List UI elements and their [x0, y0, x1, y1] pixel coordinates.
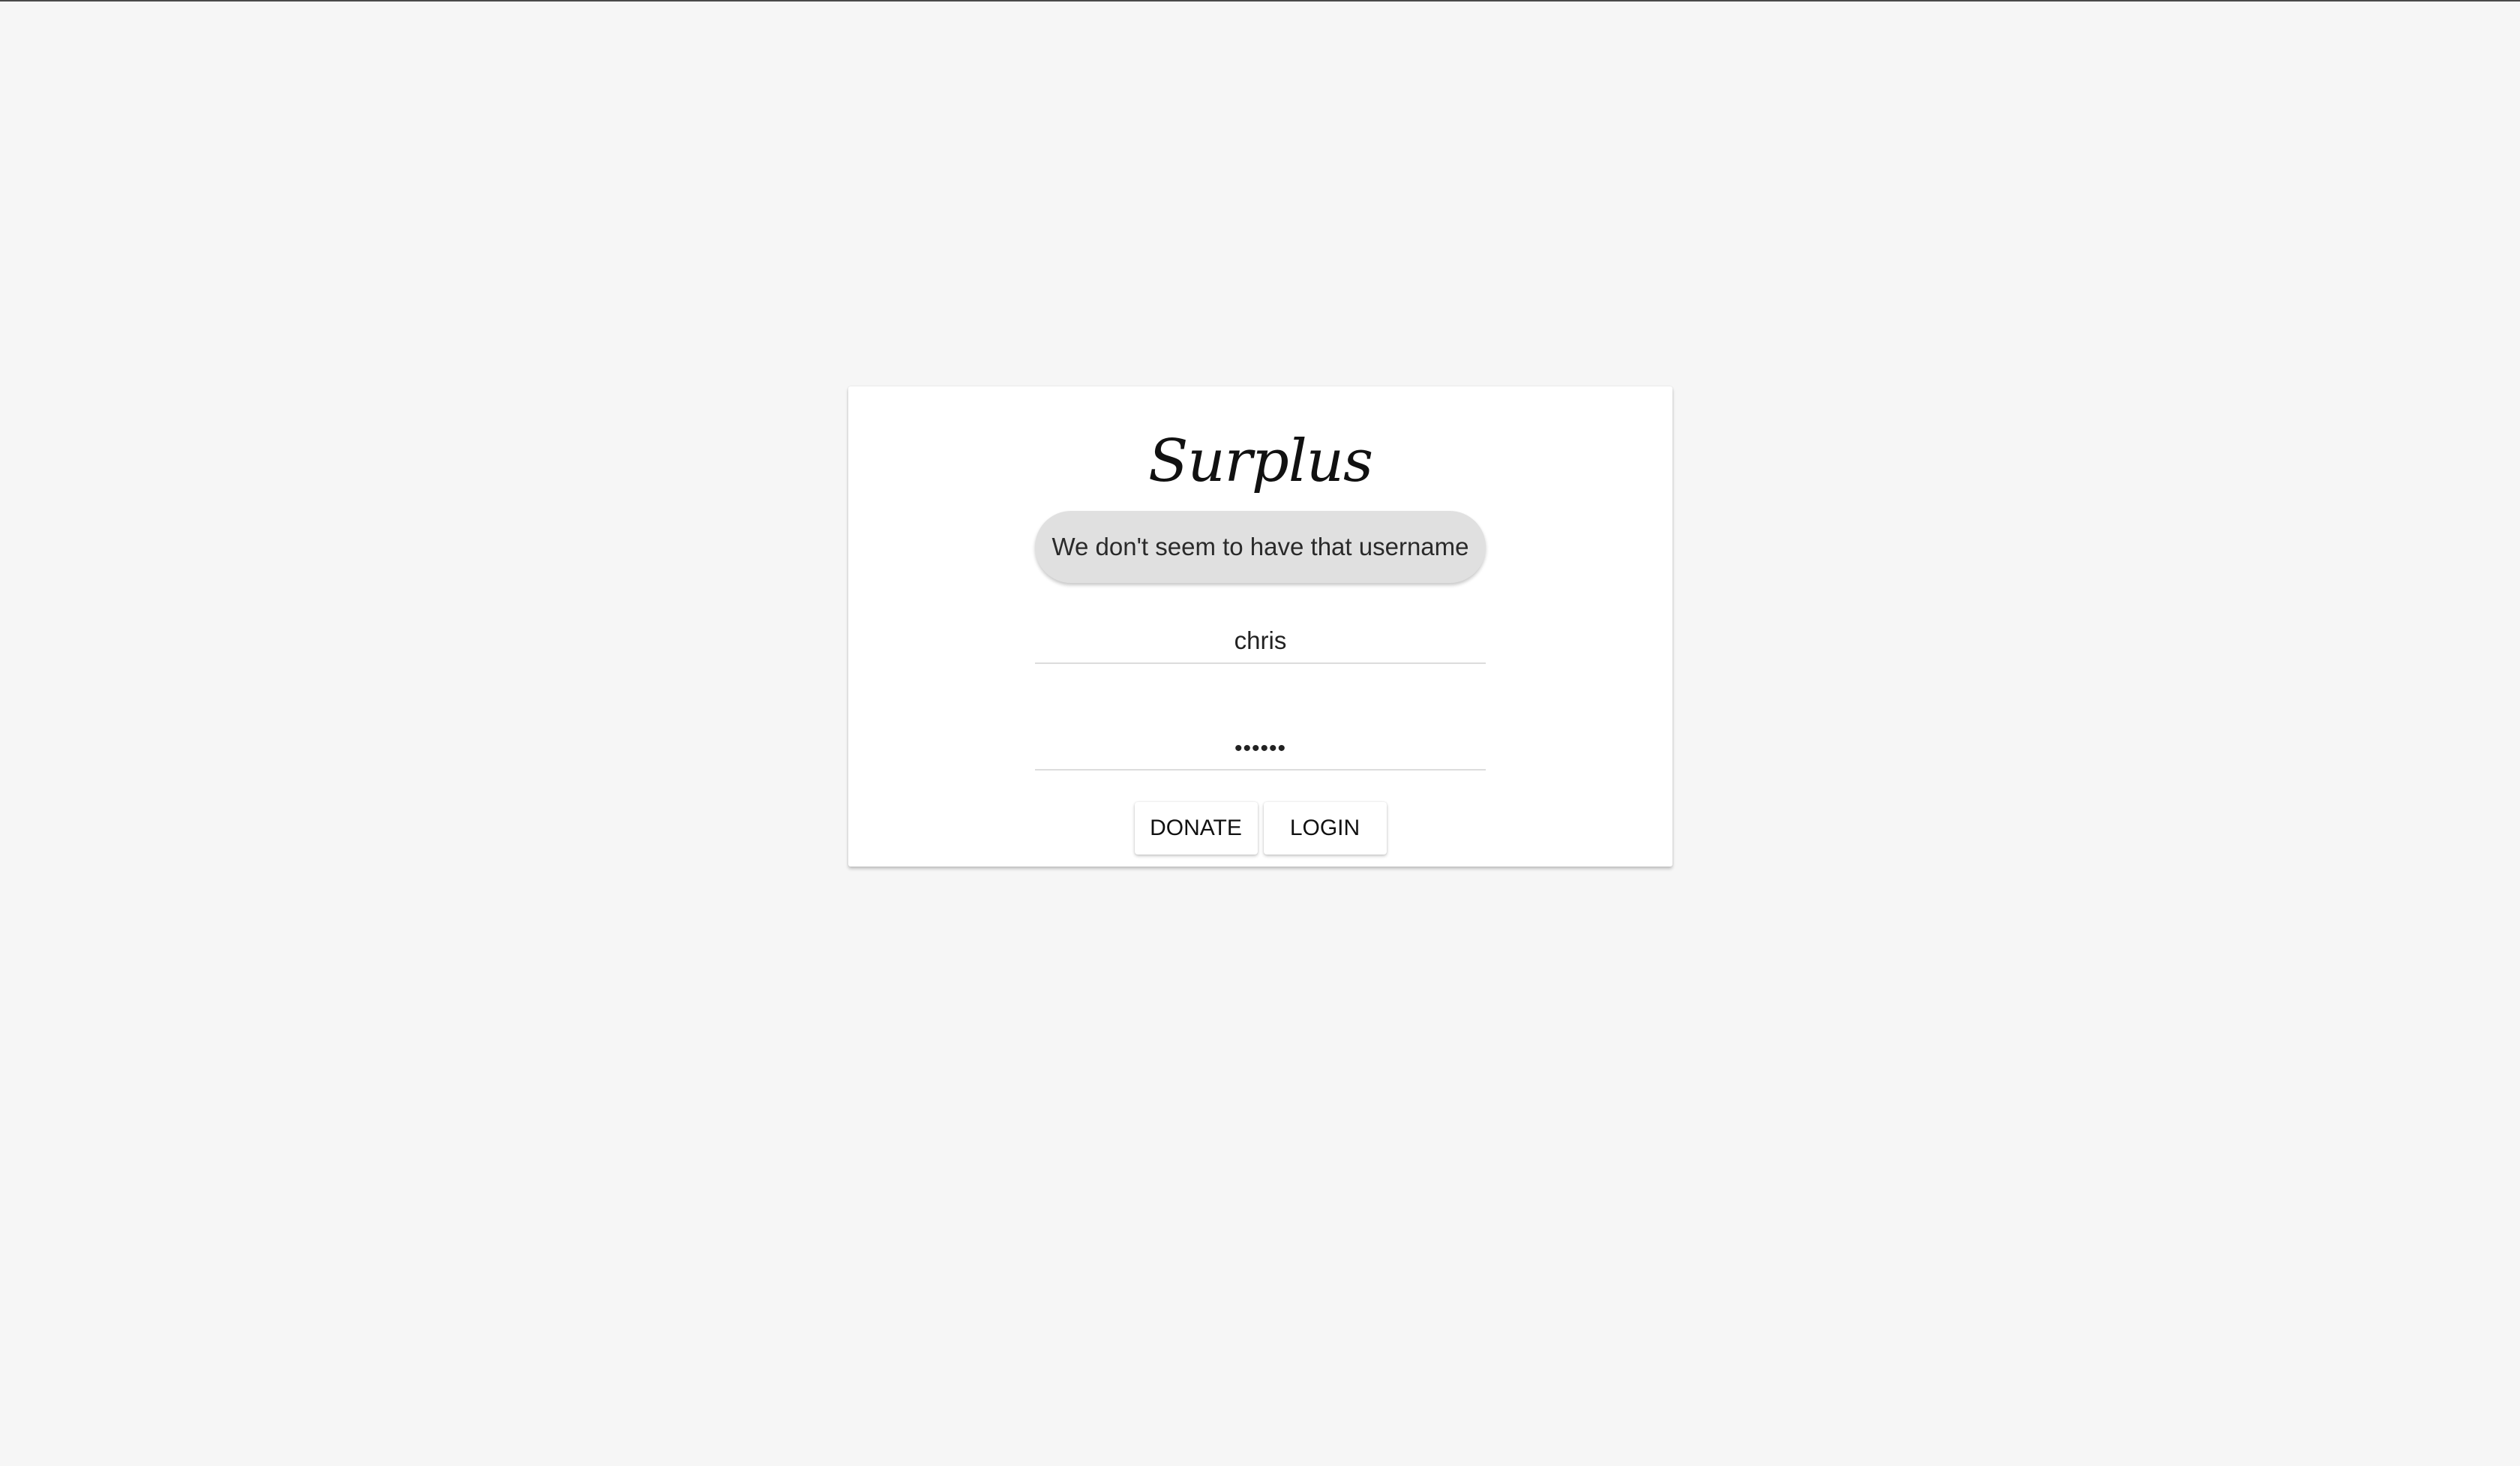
- error-message-chip: We don't seem to have that username: [1035, 511, 1486, 583]
- error-message-text: We don't seem to have that username: [1052, 533, 1469, 560]
- password-value: ••••••: [1234, 736, 1287, 761]
- login-button[interactable]: LOGIN: [1263, 802, 1387, 855]
- login-card: Surplus We don't seem to have that usern…: [848, 386, 1672, 867]
- action-buttons: DONATE LOGIN: [848, 802, 1672, 855]
- password-field[interactable]: ••••••: [1035, 722, 1486, 771]
- donate-button[interactable]: DONATE: [1134, 802, 1258, 855]
- username-field[interactable]: chris: [1035, 616, 1486, 664]
- app-logo: Surplus: [1148, 428, 1373, 495]
- username-value: chris: [1234, 626, 1287, 654]
